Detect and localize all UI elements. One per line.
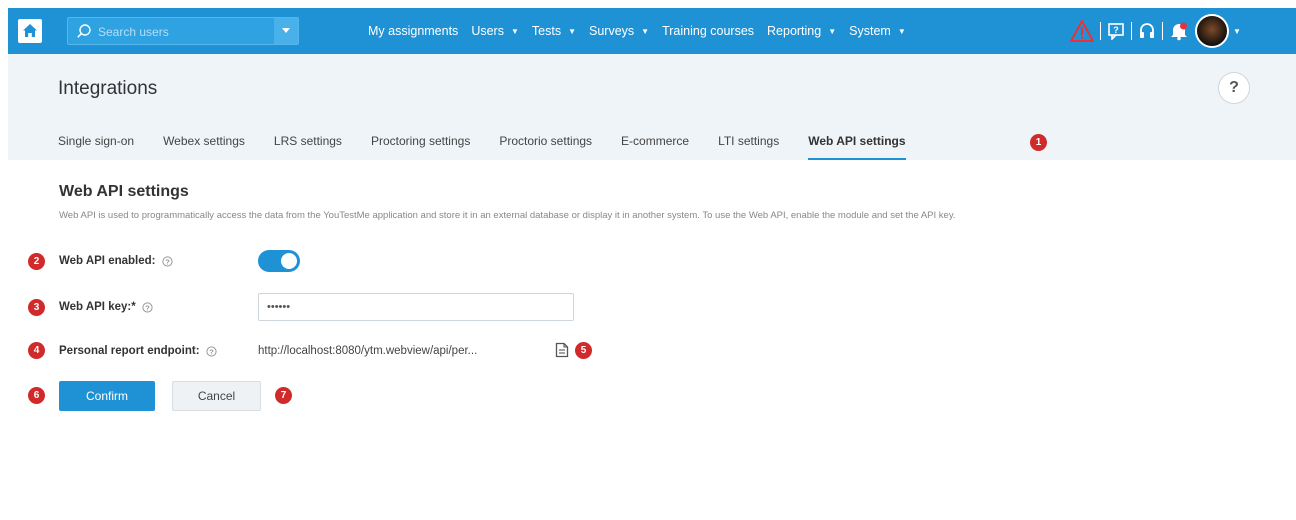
menu-surveys[interactable]: Surveys ▼ xyxy=(589,24,649,38)
warning-icon[interactable] xyxy=(1070,20,1094,42)
tab-web-api-settings[interactable]: Web API settings xyxy=(808,134,906,160)
tab-proctoring-settings[interactable]: Proctoring settings xyxy=(371,134,470,159)
menu-label: System xyxy=(849,24,891,38)
menu-system[interactable]: System ▼ xyxy=(849,24,906,38)
confirm-button[interactable]: Confirm xyxy=(59,381,155,411)
top-navigation-bar: My assignments Users ▼ Tests ▼ Surveys ▼ Tr… xyxy=(8,8,1296,54)
divider xyxy=(1100,22,1101,40)
callout-badge-2: 2 xyxy=(28,253,45,270)
search-icon xyxy=(77,24,91,38)
endpoint-url: http://localhost:8080/ytm.webview/api/pe… xyxy=(258,345,478,357)
chat-icon[interactable]: ? xyxy=(1107,22,1125,40)
chevron-down-icon: ▼ xyxy=(641,26,650,36)
web-api-key-input[interactable] xyxy=(258,293,574,321)
menu-training-courses[interactable]: Training courses xyxy=(662,24,754,38)
cancel-button[interactable]: Cancel xyxy=(172,381,261,411)
help-button[interactable]: ? xyxy=(1218,72,1250,104)
chevron-down-icon: ▼ xyxy=(897,26,906,36)
copy-icon[interactable] xyxy=(555,342,569,358)
help-circle-icon[interactable]: ? xyxy=(142,301,153,313)
svg-text:?: ? xyxy=(1113,25,1119,35)
menu-reporting[interactable]: Reporting ▼ xyxy=(767,24,836,38)
web-api-enabled-toggle[interactable] xyxy=(258,250,300,272)
callout-badge-1: 1 xyxy=(1030,134,1047,151)
help-circle-icon[interactable]: ? xyxy=(205,345,217,357)
tab-e-commerce[interactable]: E-commerce xyxy=(621,134,689,159)
menu-label: Users xyxy=(471,24,504,38)
home-icon xyxy=(23,24,37,37)
tab-single-sign-on[interactable]: Single sign-on xyxy=(58,134,134,159)
main-menu: My assignments Users ▼ Tests ▼ Surveys ▼ Tr… xyxy=(368,8,919,54)
menu-users[interactable]: Users ▼ xyxy=(471,24,519,38)
field-label: Web API key:* xyxy=(59,301,136,313)
search-box xyxy=(67,17,299,45)
toggle-knob xyxy=(281,253,297,269)
chevron-down-icon xyxy=(282,28,290,33)
menu-label: Surveys xyxy=(589,24,635,38)
chevron-down-icon[interactable]: ▼ xyxy=(1233,27,1241,36)
page-title: Integrations xyxy=(58,78,158,99)
divider xyxy=(1162,22,1163,40)
help-circle-icon[interactable]: ? xyxy=(161,255,173,267)
menu-tests[interactable]: Tests ▼ xyxy=(532,24,576,38)
menu-label: My assignments xyxy=(368,24,459,38)
home-button[interactable] xyxy=(18,19,42,43)
callout-badge-4: 4 xyxy=(28,342,45,359)
search-dropdown-button[interactable] xyxy=(274,18,298,44)
callout-badge-5: 5 xyxy=(575,342,592,359)
divider xyxy=(1131,22,1132,40)
chevron-down-icon: ▼ xyxy=(568,26,576,36)
svg-text:?: ? xyxy=(209,347,214,356)
menu-label: Training courses xyxy=(662,24,755,38)
svg-text:?: ? xyxy=(145,303,150,312)
menu-label: Tests xyxy=(531,24,562,38)
headset-icon[interactable] xyxy=(1138,22,1156,40)
personal-report-endpoint-label: Personal report endpoint: ? xyxy=(59,345,217,357)
menu-label: Reporting xyxy=(767,24,822,38)
chevron-down-icon: ▼ xyxy=(510,26,519,36)
section-description: Web API is used to programmatically acce… xyxy=(59,210,956,221)
svg-text:?: ? xyxy=(165,257,170,266)
notification-icon[interactable] xyxy=(1169,21,1189,41)
callout-badge-3: 3 xyxy=(28,299,45,316)
avatar[interactable] xyxy=(1195,14,1229,48)
header-actions: ? ▼ xyxy=(1070,14,1241,48)
field-label: Web API enabled: xyxy=(59,255,156,267)
page-header: Integrations ? Single sign-on Webex sett… xyxy=(8,54,1296,160)
web-api-enabled-label: Web API enabled: ? xyxy=(59,255,173,267)
field-label: Personal report endpoint: xyxy=(59,345,200,357)
search-input[interactable] xyxy=(98,22,268,41)
tab-lti-settings[interactable]: LTI settings xyxy=(718,134,779,159)
chevron-down-icon: ▼ xyxy=(828,26,837,36)
menu-my-assignments[interactable]: My assignments xyxy=(368,24,458,38)
section-title: Web API settings xyxy=(59,183,189,200)
tab-proctorio-settings[interactable]: Proctorio settings xyxy=(499,134,592,159)
web-api-key-label: Web API key:* ? xyxy=(59,301,153,313)
tab-bar: Single sign-on Webex settings LRS settin… xyxy=(58,134,935,160)
tab-lrs-settings[interactable]: LRS settings xyxy=(274,134,342,159)
callout-badge-6: 6 xyxy=(28,387,45,404)
callout-badge-7: 7 xyxy=(275,387,292,404)
tab-webex-settings[interactable]: Webex settings xyxy=(163,134,245,159)
